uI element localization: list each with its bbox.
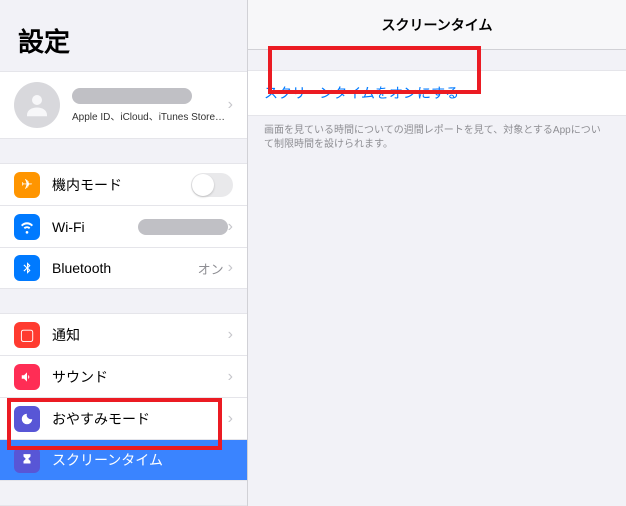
profile-name-redacted: [72, 88, 192, 104]
sidebar-item-dnd[interactable]: おやすみモード ›: [0, 397, 247, 439]
sidebar-item-notifications[interactable]: ▢ 通知 ›: [0, 313, 247, 355]
sidebar-item-bluetooth[interactable]: Bluetooth オン ›: [0, 247, 247, 289]
profile-text: Apple ID、iCloud、iTunes Storeと…: [72, 88, 228, 123]
main-content: スクリーンタイムをオンにする 画面を見ている時間についての週間レポートを見て、対…: [248, 50, 626, 160]
footer-description: 画面を見ている時間についての週間レポートを見て、対象とするAppについて制限時間…: [248, 116, 626, 160]
sidebar-item-wifi[interactable]: Wi-Fi ›: [0, 205, 247, 247]
airplane-toggle[interactable]: [191, 173, 233, 197]
chevron-right-icon: ›: [228, 259, 233, 277]
bluetooth-value: オン: [198, 259, 224, 278]
sidebar-item-label: サウンド: [52, 367, 228, 387]
sidebar-item-label: おやすみモード: [52, 409, 228, 429]
sidebar-item-label: 通知: [52, 325, 228, 345]
sidebar-item-label: スクリーンタイム: [52, 450, 233, 470]
page-title: スクリーンタイム: [248, 0, 626, 50]
enable-screentime-link: スクリーンタイムをオンにする: [264, 83, 610, 103]
sidebar-item-label: Bluetooth: [52, 260, 198, 276]
bluetooth-icon: [14, 255, 40, 281]
settings-title: 設定: [0, 0, 247, 71]
wifi-icon: [14, 214, 40, 240]
airplane-icon: ✈: [14, 172, 40, 198]
profile-row[interactable]: Apple ID、iCloud、iTunes Storeと… ›: [0, 71, 247, 139]
wifi-value-redacted: [138, 219, 228, 235]
profile-subtitle: Apple ID、iCloud、iTunes Storeと…: [72, 108, 228, 123]
sidebar-item-airplane[interactable]: ✈ 機内モード: [0, 163, 247, 205]
sidebar-group-alerts: ▢ 通知 › サウンド › おやすみモード › スクリーンタイム: [0, 313, 247, 481]
main-panel: スクリーンタイム スクリーンタイムをオンにする 画面を見ている時間についての週間…: [248, 0, 626, 506]
settings-sidebar: 設定 Apple ID、iCloud、iTunes Storeと… › ✈ 機内…: [0, 0, 248, 506]
chevron-right-icon: ›: [228, 326, 233, 344]
sidebar-item-screentime[interactable]: スクリーンタイム: [0, 439, 247, 481]
hourglass-icon: [14, 447, 40, 473]
chevron-right-icon: ›: [228, 368, 233, 386]
moon-icon: [14, 406, 40, 432]
chevron-right-icon: ›: [228, 410, 233, 428]
sound-icon: [14, 364, 40, 390]
notifications-icon: ▢: [14, 322, 40, 348]
chevron-right-icon: ›: [228, 218, 233, 236]
avatar-icon: [14, 82, 60, 128]
sidebar-item-sound[interactable]: サウンド ›: [0, 355, 247, 397]
chevron-right-icon: ›: [228, 96, 233, 114]
sidebar-item-label: 機内モード: [52, 175, 191, 195]
sidebar-item-label: Wi-Fi: [52, 219, 138, 235]
enable-screentime-row[interactable]: スクリーンタイムをオンにする: [248, 70, 626, 116]
sidebar-group-connectivity: ✈ 機内モード Wi-Fi › Bluetooth オン ›: [0, 163, 247, 289]
